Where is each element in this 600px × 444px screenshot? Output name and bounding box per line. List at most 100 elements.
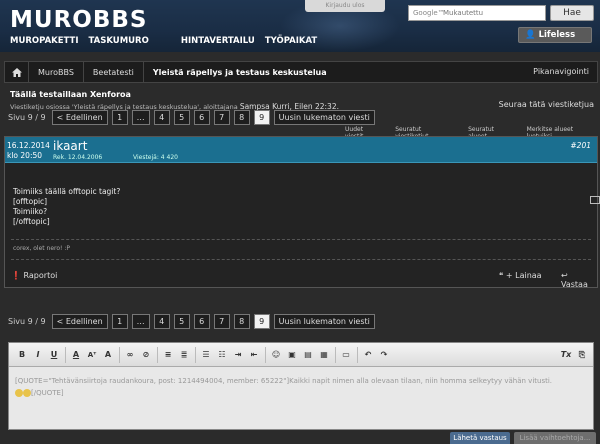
post-number[interactable]: #201	[570, 141, 591, 150]
page-button[interactable]: 8	[233, 314, 250, 329]
text-color-icon[interactable]: A	[69, 348, 83, 362]
bold-icon[interactable]: B	[15, 348, 29, 362]
site-logo[interactable]: MUROBBS	[10, 7, 147, 33]
current-page-button[interactable]: 9	[253, 110, 270, 125]
page-button[interactable]: 4	[153, 110, 170, 125]
post-date-time: klo 20:50	[7, 151, 43, 160]
quote-label: + Lainaa	[505, 271, 542, 280]
bullet-list-icon[interactable]: ☰	[199, 348, 213, 362]
user-name: Lifeless	[538, 30, 576, 40]
post-author[interactable]: ikaart	[53, 139, 87, 153]
prev-page-button[interactable]: < Edellinen	[51, 314, 108, 329]
follow-thread-link[interactable]: Seuraa tätä viestiketjua	[499, 100, 594, 109]
outdent-icon[interactable]: ⇤	[247, 348, 261, 362]
redo-icon[interactable]: ↷	[377, 348, 391, 362]
pager-top: Sivu 9 / 9 < Edellinen 1 … 4 5 6 7 8 9 U…	[8, 110, 375, 125]
nav-item-tyopaikat[interactable]: TYÖPAIKAT	[265, 36, 317, 46]
page-button[interactable]: 1	[111, 314, 128, 329]
breadcrumb-current[interactable]: Yleistä räpellys ja testaus keskustelua	[144, 62, 336, 82]
page-button[interactable]: 6	[193, 110, 210, 125]
quote-link[interactable]: ❝ + Lainaa	[499, 271, 542, 280]
link-icon[interactable]: ∞	[123, 348, 137, 362]
reply-link[interactable]: ↩ Vastaa	[561, 271, 597, 289]
post-line: [/offtopic]	[13, 217, 50, 226]
report-link[interactable]: ❗ Raportoi	[11, 271, 57, 280]
post-line: Toimiiko?	[13, 207, 48, 216]
latest-unread-button[interactable]: Uusin lukematon viesti	[273, 110, 375, 125]
submit-reply-button[interactable]: Lähetä vastaus	[450, 432, 510, 444]
code-icon[interactable]: ▦	[317, 348, 331, 362]
page-button[interactable]: 5	[173, 314, 190, 329]
post-date-day: 16.12.2014	[7, 141, 50, 150]
pager-bottom: Sivu 9 / 9 < Edellinen 1 … 4 5 6 7 8 9 U…	[8, 314, 375, 329]
page-label: Sivu 9 / 9	[8, 317, 46, 326]
user-icon: 👤	[525, 30, 536, 40]
nav-item-muropaketti[interactable]: MUROPAKETTI	[10, 36, 79, 46]
page-button[interactable]: 4	[153, 314, 170, 329]
google-brand: Google™	[413, 9, 445, 17]
reply-icon: ↩	[561, 271, 568, 280]
save-draft-icon[interactable]: ▭	[339, 348, 353, 362]
page-button[interactable]: 8	[233, 110, 250, 125]
italic-icon[interactable]: I	[31, 348, 45, 362]
underline-icon[interactable]: U	[47, 348, 61, 362]
breadcrumb-murobbs[interactable]: MuroBBS	[29, 62, 84, 82]
prev-page-button[interactable]: < Edellinen	[51, 110, 108, 125]
numbered-list-icon[interactable]: ☷	[215, 348, 229, 362]
top-nav: MUROPAKETTI TASKUMURO HINTAVERTAILU TYÖP…	[10, 36, 317, 46]
editor-toolbar: B I U A Aᵀ A ∞ ⊘ ≡ ≣ ☰ ☷ ⇥ ⇤ ☺ ▣ ▤ ▦ ▭ ↶…	[9, 343, 593, 367]
page-skip-button[interactable]: …	[131, 110, 150, 125]
post-signature: corex, olet nero! :P	[13, 245, 70, 252]
thread-title: Täällä testaillaan Xenforoa	[10, 90, 131, 99]
undo-icon[interactable]: ↶	[361, 348, 375, 362]
page-button[interactable]: 1	[111, 110, 128, 125]
mail-icon[interactable]	[590, 196, 600, 204]
search-button[interactable]: Hae	[550, 5, 594, 21]
page-label: Sivu 9 / 9	[8, 113, 46, 122]
editor-content-end: [/QUOTE]	[31, 389, 64, 397]
post-line: [offtopic]	[13, 197, 48, 206]
more-options-button[interactable]: Lisää vaihtoehtoja...	[514, 432, 596, 444]
post-footer-divider	[11, 259, 591, 260]
search-placeholder: Mukautettu	[443, 9, 484, 17]
breadcrumb-home[interactable]	[5, 62, 29, 82]
image-icon[interactable]: ▣	[285, 348, 299, 362]
unlink-icon[interactable]: ⊘	[139, 348, 153, 362]
media-icon[interactable]: ▤	[301, 348, 315, 362]
reply-label: Vastaa	[561, 280, 588, 289]
remove-format-icon[interactable]: Tx	[559, 348, 573, 362]
logout-tab[interactable]: Kirjaudu ulos	[305, 0, 385, 12]
home-icon	[11, 67, 22, 77]
toggle-bbcode-icon[interactable]: ⎘	[575, 348, 589, 362]
indent-icon[interactable]: ⇥	[231, 348, 245, 362]
page-button[interactable]: 5	[173, 110, 190, 125]
search-input[interactable]: Google™ Mukautettu	[408, 5, 546, 21]
post-date: 16.12.2014 klo 20:50	[7, 141, 50, 161]
signature-divider	[11, 239, 591, 240]
latest-unread-button[interactable]: Uusin lukematon viesti	[273, 314, 375, 329]
nav-item-hintavertailu[interactable]: HINTAVERTAILU	[181, 36, 255, 46]
post-message-count: Viestejä: 4 420	[133, 154, 178, 161]
breadcrumb-beetatesti[interactable]: Beetatesti	[84, 62, 144, 82]
smiley-icon[interactable]: ☺	[269, 348, 283, 362]
post-registered: Rek. 12.04.2006	[53, 154, 103, 161]
editor-content: [QUOTE="Tehtävänsiirtoja raudankoura, po…	[15, 377, 553, 385]
post-body: Toimiiks täällä offtopic tagit? [offtopi…	[13, 187, 120, 227]
page-skip-button[interactable]: …	[131, 314, 150, 329]
post-header: 16.12.2014 klo 20:50 ikaart Rek. 12.04.2…	[5, 137, 597, 163]
align-left-icon[interactable]: ≡	[161, 348, 175, 362]
current-page-button[interactable]: 9	[253, 314, 270, 329]
page-button[interactable]: 7	[213, 314, 230, 329]
font-size-icon[interactable]: Aᵀ	[85, 348, 99, 362]
user-menu-button[interactable]: 👤 Lifeless	[518, 27, 592, 43]
quote-icon: ❝	[499, 271, 504, 280]
font-family-icon[interactable]: A	[101, 348, 115, 362]
align-center-icon[interactable]: ≣	[177, 348, 191, 362]
report-label: Raportoi	[23, 271, 58, 280]
nav-item-taskumuro[interactable]: TASKUMURO	[89, 36, 149, 46]
page-button[interactable]: 6	[193, 314, 210, 329]
editor-textarea[interactable]: [QUOTE="Tehtävänsiirtoja raudankoura, po…	[15, 375, 585, 399]
page-button[interactable]: 7	[213, 110, 230, 125]
breadcrumb: MuroBBS Beetatesti Yleistä räpellys ja t…	[4, 61, 598, 83]
quick-navigation[interactable]: Pikanavigointi	[533, 67, 589, 76]
